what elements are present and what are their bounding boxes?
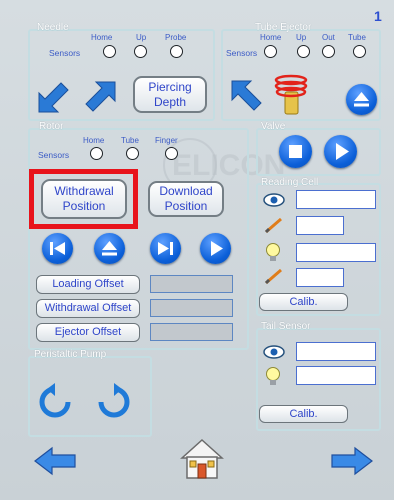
needle-sensor-label-home: Home [91,33,113,42]
home-icon[interactable] [180,438,224,480]
needle-sensor-label-up: Up [136,33,147,42]
piercing-depth-button[interactable]: Piercing Depth [133,76,207,113]
tube-ejector-title: Tube Ejector [255,22,312,33]
withdrawal-offset-button[interactable]: Withdrawal Offset [36,299,140,318]
needle-sensor-probe [170,45,183,58]
rotor-sensor-finger [165,147,178,160]
rotor-sensor-home [90,147,103,160]
ejector-sensor-out [322,45,335,58]
rotor-sensor-label-home: Home [83,136,105,145]
ejector-sensor-label-tube: Tube [348,33,366,42]
needle-sensor-up [134,45,147,58]
reading-calib-button[interactable]: Calib. [259,293,348,311]
spring-tube-icon[interactable] [269,72,313,116]
reading-eye-icon [263,193,285,207]
reading-bulb-field[interactable] [296,243,376,262]
withdrawal-position-label-2: Position [62,199,106,213]
withdrawal-position-label-1: Withdrawal [54,184,114,198]
ejector-offset-field[interactable] [150,323,233,341]
piercing-depth-label-2: Depth [153,94,187,109]
piercing-depth-label-1: Piercing [148,79,192,94]
peristaltic-pump-title: Peristaltic Pump [34,349,107,360]
loading-offset-button[interactable]: Loading Offset [36,275,140,294]
reading-bulb-icon [264,242,282,264]
withdrawal-position-button[interactable]: Withdrawal Position [41,179,127,219]
screen: ELICON 1 Needle Home Up Probe Sensors Pi… [0,0,394,500]
pump-counterclockwise-icon[interactable] [36,383,74,421]
valve-panel [256,128,381,176]
reading-field-2[interactable] [296,216,344,235]
back-arrow-icon[interactable] [33,446,77,476]
tail-bulb-icon [264,366,282,388]
needle-up-right-icon[interactable] [83,80,117,114]
ejector-sensor-tube [353,45,366,58]
ejector-sensor-home [264,45,277,58]
ejector-up-left-icon[interactable] [230,79,264,113]
rotor-sensors-label: Sensors [38,150,70,160]
ejector-sensors-label: Sensors [226,48,258,58]
ejector-sensor-label-home: Home [260,33,282,42]
rotor-title: Rotor [39,121,64,132]
tail-sensor-title: Tail Sensor [261,321,311,332]
needle-sensors-label: Sensors [49,48,81,58]
download-position-button[interactable]: Download Position [148,181,224,217]
rotor-sensor-label-tube: Tube [121,136,139,145]
skip-back-icon[interactable] [42,233,73,264]
download-position-label-2: Position [164,199,208,213]
valve-title: Valve [261,121,286,132]
ejector-offset-button[interactable]: Ejector Offset [36,323,140,342]
withdrawal-offset-field[interactable] [150,299,233,317]
skip-forward-icon[interactable] [150,233,181,264]
needle-sensor-home [103,45,116,58]
rotor-play-icon[interactable] [200,233,231,264]
page-number: 1 [374,8,382,24]
needle-title: Needle [37,22,69,33]
valve-play-icon[interactable] [324,135,357,168]
tail-eye-field[interactable] [296,342,376,361]
valve-stop-icon[interactable] [279,135,312,168]
ejector-sensor-label-up: Up [296,33,307,42]
ejector-sensor-label-out: Out [322,33,335,42]
rotor-eject-icon[interactable] [94,233,125,264]
pump-clockwise-icon[interactable] [95,383,133,421]
reading-cell-title: Reading Cell [261,177,319,188]
tail-calib-button[interactable]: Calib. [259,405,348,423]
rotor-sensor-tube [126,147,139,160]
needle-down-left-icon[interactable] [37,80,71,114]
tail-eye-icon [263,345,285,359]
reading-field-4[interactable] [296,268,344,287]
ejector-eject-icon[interactable] [346,84,377,115]
ejector-sensor-up [297,45,310,58]
needle-sensor-label-probe: Probe [165,33,187,42]
reading-pencil-icon-1 [263,216,285,234]
forward-arrow-icon[interactable] [330,446,374,476]
reading-pencil-icon-2 [263,267,285,285]
loading-offset-field[interactable] [150,275,233,293]
tail-bulb-field[interactable] [296,366,376,385]
download-position-label-1: Download [159,184,213,198]
reading-eye-field[interactable] [296,190,376,209]
rotor-sensor-label-finger: Finger [155,136,178,145]
